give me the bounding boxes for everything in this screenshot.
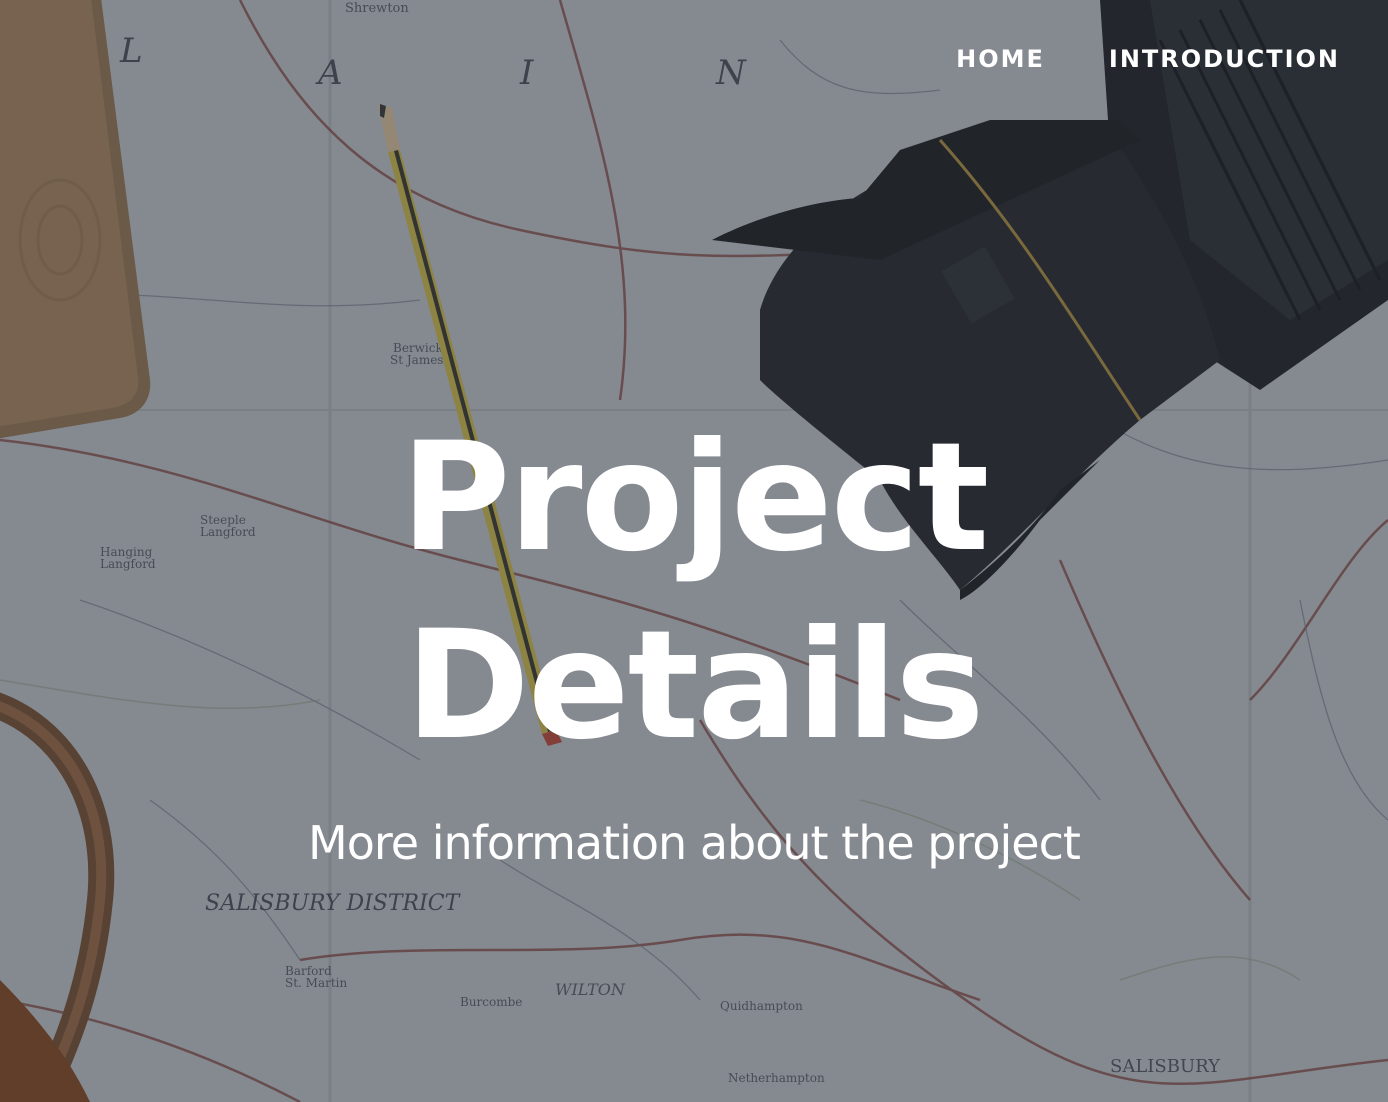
- page-subtitle: More information about the project: [308, 816, 1081, 870]
- hero-section: A I N L SALISBURY DISTRICT WILTON SALISB…: [0, 0, 1388, 1102]
- nav-link-introduction[interactable]: INTRODUCTION: [1109, 45, 1340, 73]
- page-title: Project Details: [0, 404, 1388, 780]
- nav-link-home[interactable]: HOME: [956, 45, 1045, 73]
- top-nav: HOME INTRODUCTION: [956, 45, 1340, 73]
- page-title-line-2: Details: [405, 599, 984, 773]
- hero-heading: Project Details More information about t…: [0, 404, 1388, 870]
- page-title-line-1: Project: [400, 411, 990, 585]
